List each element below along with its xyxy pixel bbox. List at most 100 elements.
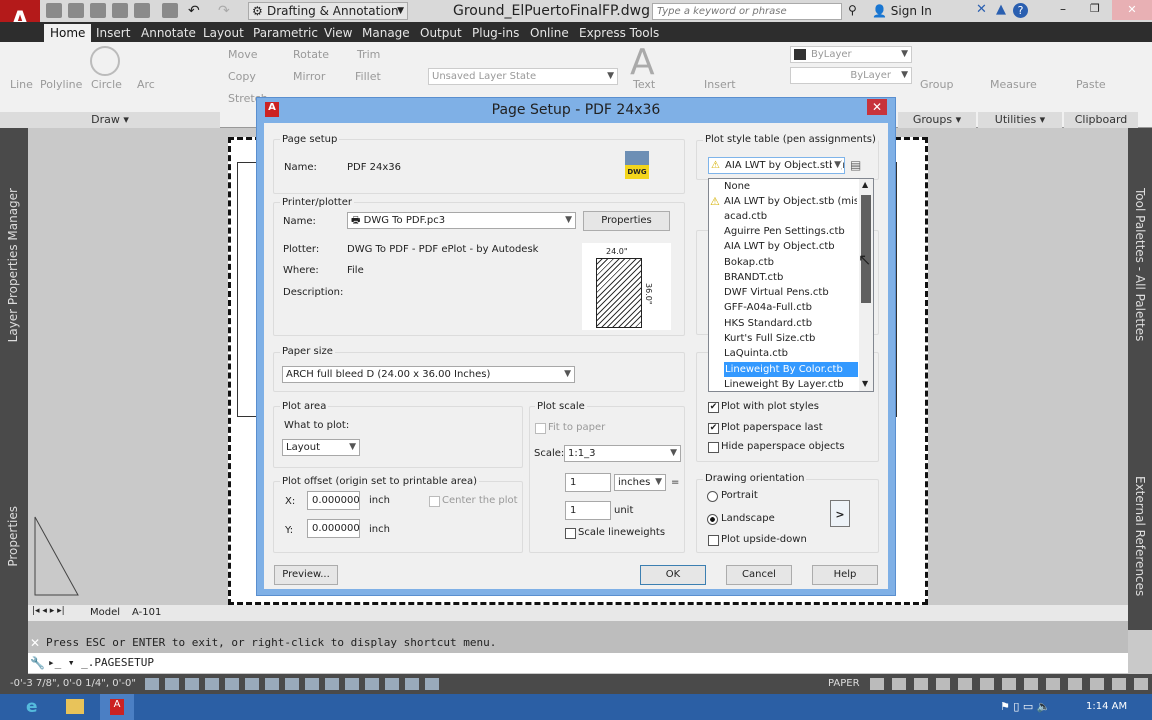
document-title: Ground_ElPuertoFinalFP.dwg [453,3,650,19]
utilities-panel-label: Utilities [994,113,1037,126]
drafting-toggle-buttons[interactable] [145,678,440,690]
coordinates-readout[interactable]: -0'-3 7/8", 0'-0 1/4", 0'-0" [10,674,136,694]
sign-in-label: Sign In [890,4,932,18]
restore-icon[interactable]: ❐ [1090,2,1100,15]
user-icon: 👤 [872,4,887,18]
open-icon[interactable] [68,3,84,18]
tab-express-tools[interactable]: Express Tools [573,24,665,42]
undo-icon[interactable]: ↶ [188,3,204,19]
text-tool[interactable]: Text [633,78,655,91]
draw-panel-title[interactable]: Draw ▾ [0,112,220,128]
command-history: Press ESC or ENTER to exit, or right-cli… [28,633,1128,653]
taskbar: e A ⚑ ▯ ▭ 🔈 1:14 AM [0,694,1152,720]
mirror-tool[interactable]: Mirror [293,70,325,83]
arc-tool[interactable]: Arc [137,78,155,91]
minimize-icon[interactable]: – [1060,2,1066,16]
tab-insert[interactable]: Insert [90,24,136,42]
tab-manage[interactable]: Manage [356,24,416,42]
layout-tabs: |◂ ◂ ▸ ▸| Model A-101 [28,605,1128,621]
rotate-tool[interactable]: Rotate [293,48,329,61]
command-grip[interactable] [28,621,1128,633]
layer-state-value: Unsaved Layer State [432,71,537,82]
linetype-value: ByLayer [850,70,891,81]
linetype-dropdown[interactable]: ByLayer ▼ [790,67,912,84]
clock[interactable]: 1:14 AM [1086,701,1127,712]
tab-view[interactable]: View [318,24,358,42]
plot-icon[interactable] [162,3,178,18]
circle-icon [90,46,120,76]
chevron-down-icon: ▼ [607,71,614,81]
sign-in-button[interactable]: 👤 Sign In [872,4,932,18]
close-command-icon[interactable]: ✕ [30,636,40,650]
status-bar: -0'-3 7/8", 0'-0 1/4", 0'-0" PAPER [0,674,1152,694]
utilities-panel-title[interactable]: Utilities ▾ [978,112,1062,128]
right-palette-bar: Tool Palettes - All Palettes External Re… [1128,128,1152,630]
autodesk-360-icon[interactable]: ▲ [996,2,1006,17]
file-explorer-icon[interactable] [66,699,84,714]
dialog-title: Page Setup - PDF 24x36 [491,102,661,118]
customize-wrench-icon[interactable]: 🔧 [30,656,45,670]
clipboard-panel-title[interactable]: Clipboard [1064,112,1138,128]
dialog-body [264,123,888,589]
measure-tool[interactable]: Measure [990,78,1037,91]
dialog-close-button[interactable]: ✕ [867,99,887,115]
close-window-icon[interactable]: ✕ [1112,0,1152,20]
help-icon[interactable]: ? [1013,3,1028,18]
insert-tool[interactable]: Insert [704,78,736,91]
save-icon[interactable] [90,3,106,18]
tab-plug-ins[interactable]: Plug-ins [466,24,525,42]
tab-home[interactable]: Home [44,24,92,42]
move-tool[interactable]: Move [228,48,258,61]
chevron-down-icon: ▼ [397,6,404,16]
binoculars-icon[interactable]: ⚲ [848,3,857,17]
save-as-icon[interactable] [112,3,128,18]
tab-a-101[interactable]: A-101 [132,607,161,618]
text-icon: A [630,42,655,83]
system-tray-icons[interactable]: ⚑ ▯ ▭ 🔈 [1000,700,1051,713]
paper-space-toggle[interactable]: PAPER [828,674,860,694]
chevron-down-icon: ▼ [901,49,908,59]
color-dropdown[interactable]: ByLayer ▼ [790,46,912,63]
status-tray-icons[interactable] [870,678,1150,690]
exchange-icon[interactable]: ✕ [976,2,987,17]
tab-annotate[interactable]: Annotate [135,24,202,42]
new-icon[interactable] [46,3,62,18]
clipboard-panel-label: Clipboard [1074,113,1128,126]
polyline-tool[interactable]: Polyline [40,78,82,91]
circle-tool[interactable]: Circle [91,78,122,91]
line-tool[interactable]: Line [10,78,33,91]
tab-layout[interactable]: Layout [197,24,250,42]
tool-palettes-tab[interactable]: Tool Palettes - All Palettes [1133,188,1147,341]
redo-icon[interactable]: ↷ [218,3,234,19]
tab-model[interactable]: Model [90,607,120,618]
command-left-bar [0,621,28,674]
fillet-tool[interactable]: Fillet [355,70,381,83]
tab-output[interactable]: Output [414,24,468,42]
layer-state-dropdown[interactable]: Unsaved Layer State ▼ [428,68,618,85]
trim-tool[interactable]: Trim [357,48,380,61]
autocad-taskbar-button[interactable]: A [100,694,134,720]
ribbon-tabs: Home Insert Annotate Layout Parametric V… [0,22,1152,42]
external-references-tab[interactable]: External References [1133,476,1147,596]
publish-icon[interactable] [134,3,150,18]
color-swatch [794,49,806,60]
left-palette-bar: Layer Properties Manager Properties [0,128,28,630]
command-input[interactable]: ▸_ ▾ _.PAGESETUP [28,653,1128,673]
properties-tab[interactable]: Properties [6,506,20,567]
layer-properties-manager-tab[interactable]: Layer Properties Manager [6,188,20,342]
workspace-label: Drafting & Annotation [267,4,399,18]
tab-navigation-arrows[interactable]: |◂ ◂ ▸ ▸| [32,606,65,616]
group-tool[interactable]: Group [920,78,954,91]
workspace-dropdown[interactable]: ⚙ Drafting & Annotation ▼ [248,2,408,20]
paste-tool[interactable]: Paste [1076,78,1106,91]
gear-icon: ⚙ [252,4,263,18]
internet-explorer-icon[interactable]: e [26,697,38,717]
copy-tool[interactable]: Copy [228,70,256,83]
groups-panel-title[interactable]: Groups ▾ [898,112,976,128]
search-input[interactable]: Type a keyword or phrase [652,3,842,20]
tab-parametric[interactable]: Parametric [247,24,324,42]
chevron-down-icon: ▼ [901,70,908,80]
page-setup-dialog: A Page Setup - PDF 24x36 ✕ [256,97,896,596]
autocad-icon: A [110,699,124,715]
tab-online[interactable]: Online [524,24,575,42]
